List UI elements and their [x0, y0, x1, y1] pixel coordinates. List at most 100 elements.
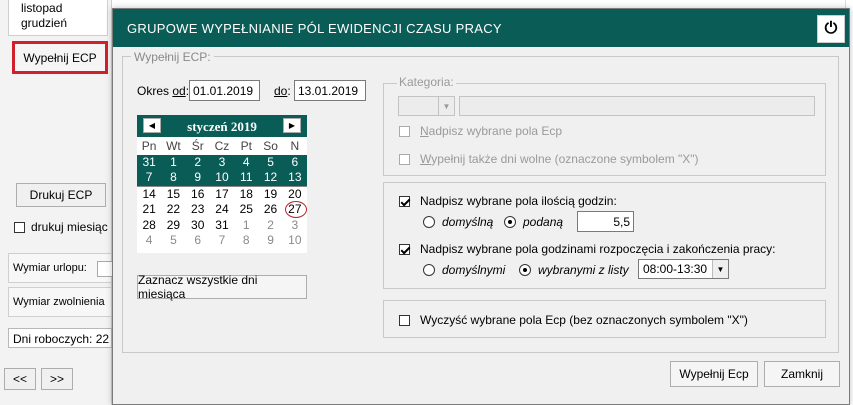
- dialog-titlebar[interactable]: GRUPOWE WYPEŁNIANIE PÓL EWIDENCJI CZASU …: [113, 9, 849, 47]
- calendar-day[interactable]: 16: [186, 187, 210, 203]
- print-month-checkbox[interactable]: drukuj miesiąc: [14, 220, 108, 234]
- calendar-day[interactable]: 27: [283, 201, 307, 218]
- calendar-day[interactable]: 6: [186, 233, 210, 249]
- calendar[interactable]: ◀ styczeń 2019 ▶ Pn Wt Śr Cz Pt So N 31 1…: [137, 115, 307, 253]
- nav-prev-button[interactable]: <<: [4, 368, 36, 390]
- calendar-day[interactable]: 28: [137, 218, 161, 234]
- calendar-day[interactable]: 10: [283, 233, 307, 249]
- calendar-day[interactable]: 14: [137, 187, 161, 203]
- fill-free-days-label: Wypełnij także dni wolne (oznaczone symb…: [420, 152, 699, 166]
- calendar-day[interactable]: 3: [210, 155, 234, 171]
- release-field: Wymiar zwolnienia: [8, 287, 112, 317]
- radio-circle[interactable]: [423, 216, 435, 228]
- radio-given-hours[interactable]: podaną: [504, 215, 563, 229]
- chevron-down-icon[interactable]: ▼: [712, 260, 728, 278]
- calendar-day[interactable]: 8: [234, 233, 258, 249]
- overwrite-ecp-checkbox[interactable]: Nadpisz wybrane pola Ecp: [399, 124, 562, 138]
- calendar-day[interactable]: 9: [186, 170, 210, 186]
- calendar-day[interactable]: 31: [210, 218, 234, 234]
- calendar-weekdays: Pn Wt Śr Cz Pt So N: [137, 139, 307, 155]
- calendar-day[interactable]: 23: [186, 202, 210, 218]
- print-month-label: drukuj miesiąc: [31, 220, 108, 234]
- radio-given-label: podaną: [523, 215, 564, 229]
- weekday-label: So: [263, 139, 278, 153]
- month-item[interactable]: listopad: [21, 1, 107, 16]
- checkbox-box[interactable]: [399, 125, 410, 137]
- radio-circle-selected[interactable]: [504, 216, 516, 228]
- weekday-label: N: [290, 139, 300, 153]
- power-icon[interactable]: ⏻: [817, 15, 845, 43]
- release-label: Wymiar zwolnienia: [13, 296, 105, 308]
- calendar-day[interactable]: 3: [283, 218, 307, 234]
- checkbox-checked[interactable]: [399, 243, 410, 255]
- fill-ecp-submit-button[interactable]: Wypełnij Ecp: [670, 361, 758, 387]
- checkbox-checked[interactable]: [399, 195, 410, 207]
- fill-ecp-button[interactable]: Wypełnij ECP: [12, 41, 108, 74]
- leave-label: Wymiar urlopu:: [13, 262, 87, 274]
- hours-input[interactable]: [577, 211, 634, 232]
- category-name-field[interactable]: [459, 96, 815, 116]
- calendar-day[interactable]: 2: [186, 155, 210, 171]
- calendar-day[interactable]: 19: [258, 187, 282, 203]
- overwrite-times-label: Nadpisz wybrane pola godzinami rozpoczęc…: [420, 242, 776, 256]
- chevron-down-icon[interactable]: ▼: [438, 97, 454, 115]
- calendar-day[interactable]: 26: [258, 202, 282, 218]
- calendar-next-icon[interactable]: ▶: [283, 118, 301, 133]
- calendar-day[interactable]: 6: [283, 155, 307, 171]
- calendar-day[interactable]: 7: [210, 233, 234, 249]
- calendar-day[interactable]: 22: [161, 202, 185, 218]
- overwrite-hours-checkbox[interactable]: Nadpisz wybrane pola ilością godzin:: [399, 194, 617, 208]
- times-select[interactable]: 08:00-13:30 ▼: [638, 259, 729, 279]
- calendar-day[interactable]: 25: [234, 202, 258, 218]
- calendar-week-row: 4 5 6 7 8 9 10: [137, 233, 307, 249]
- calendar-day[interactable]: 8: [161, 170, 185, 186]
- calendar-day[interactable]: 24: [210, 202, 234, 218]
- calendar-day[interactable]: 21: [137, 202, 161, 218]
- calendar-day[interactable]: 1: [234, 218, 258, 234]
- calendar-week-row: 28 29 30 31 1 2 3: [137, 218, 307, 234]
- checkbox-box[interactable]: [14, 221, 25, 233]
- calendar-day[interactable]: 4: [137, 233, 161, 249]
- calendar-day[interactable]: 7: [137, 170, 161, 186]
- calendar-day[interactable]: 1: [161, 155, 185, 171]
- radio-circle[interactable]: [423, 264, 435, 276]
- leave-field: Wymiar urlopu:: [8, 253, 117, 283]
- calendar-day[interactable]: 20: [283, 187, 307, 203]
- calendar-grid: Pn Wt Śr Cz Pt So N 31 1 2 3 4 5 6 7 8 9 10 11 12 13 1…: [137, 139, 307, 249]
- overwrite-times-checkbox[interactable]: Nadpisz wybrane pola godzinami rozpoczęc…: [399, 242, 776, 256]
- calendar-day[interactable]: 10: [210, 170, 234, 186]
- calendar-day[interactable]: 5: [258, 155, 282, 171]
- print-ecp-button[interactable]: Drukuj ECP: [16, 183, 106, 207]
- date-from-input[interactable]: [189, 80, 260, 101]
- calendar-day[interactable]: 11: [234, 170, 258, 186]
- clear-ecp-checkbox[interactable]: Wyczyść wybrane pola Ecp (bez oznaczonyc…: [399, 313, 748, 327]
- calendar-day[interactable]: 15: [161, 187, 185, 203]
- month-list[interactable]: listopad grudzień: [8, 0, 108, 36]
- calendar-day[interactable]: 29: [161, 218, 185, 234]
- calendar-day[interactable]: 12: [258, 170, 282, 186]
- calendar-day[interactable]: 2: [258, 218, 282, 234]
- radio-default-times[interactable]: domyślnymi: [423, 263, 505, 277]
- checkbox-box[interactable]: [399, 153, 410, 165]
- select-all-days-button[interactable]: Zaznacz wszystkie dni miesiąca: [137, 273, 307, 301]
- calendar-day[interactable]: 30: [186, 218, 210, 234]
- nav-next-button[interactable]: >>: [41, 368, 73, 390]
- category-code-select[interactable]: ▼: [398, 96, 455, 116]
- checkbox-box[interactable]: [399, 314, 410, 326]
- radio-circle-selected[interactable]: [519, 264, 531, 276]
- close-button[interactable]: Zamknij: [764, 361, 840, 387]
- calendar-day[interactable]: 5: [161, 233, 185, 249]
- calendar-day[interactable]: 17: [210, 187, 234, 203]
- calendar-day[interactable]: 4: [234, 155, 258, 171]
- calendar-day[interactable]: 31: [137, 155, 161, 171]
- calendar-day[interactable]: 9: [258, 233, 282, 249]
- radio-list-times[interactable]: wybranymi z listy: [519, 263, 629, 277]
- fill-free-days-checkbox[interactable]: Wypełnij także dni wolne (oznaczone symb…: [399, 152, 699, 166]
- calendar-day[interactable]: 13: [283, 170, 307, 186]
- month-item[interactable]: grudzień: [21, 16, 107, 31]
- calendar-month-label: styczeń 2019: [187, 119, 257, 134]
- dialog-title: GRUPOWE WYPEŁNIANIE PÓL EWIDENCJI CZASU …: [127, 21, 502, 36]
- date-to-input[interactable]: [294, 80, 366, 101]
- calendar-day[interactable]: 18: [234, 187, 258, 203]
- radio-default-hours[interactable]: domyślną: [423, 215, 493, 229]
